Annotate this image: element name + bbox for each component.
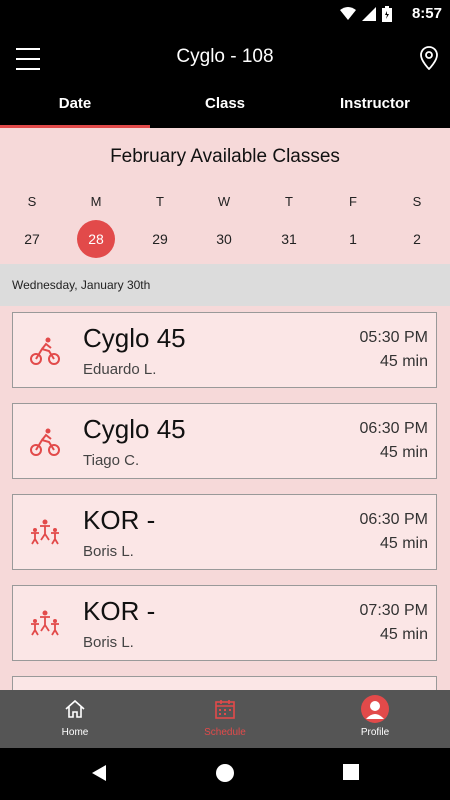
date-cell[interactable]: 30 — [205, 220, 243, 258]
status-bar: 8:57 — [0, 0, 450, 28]
class-instructor: Tiago C. — [83, 452, 140, 469]
date-cell[interactable]: 2 — [398, 220, 436, 258]
weekday-label: F — [349, 194, 357, 209]
date-cell[interactable]: 1 — [334, 220, 372, 258]
date-cell-selected[interactable]: 28 — [77, 220, 115, 258]
tab-instructor[interactable]: Instructor — [300, 88, 450, 128]
back-icon[interactable] — [90, 764, 108, 782]
battery-icon — [382, 6, 392, 22]
cycling-icon — [30, 337, 60, 365]
tab-class[interactable]: Class — [150, 88, 300, 128]
date-cell[interactable]: 29 — [141, 220, 179, 258]
class-time: 06:30 PM — [359, 420, 428, 437]
app-bar: Cyglo - 108 — [0, 28, 450, 88]
date-cell[interactable]: 27 — [13, 220, 51, 258]
app-title: Cyglo - 108 — [176, 46, 274, 67]
tab-date[interactable]: Date — [0, 88, 150, 128]
profile-icon — [361, 695, 389, 723]
class-time: 07:30 PM — [359, 602, 428, 619]
class-instructor: Boris L. — [83, 634, 134, 651]
nav-profile-label: Profile — [360, 727, 390, 738]
class-duration: 45 min — [379, 535, 428, 552]
day-header-label: Wednesday, January 30th — [12, 278, 151, 292]
class-duration: 45 min — [379, 353, 428, 370]
home-icon — [65, 699, 85, 718]
class-time: 05:30 PM — [359, 329, 428, 346]
wifi-icon — [340, 7, 356, 20]
class-name: KOR - — [83, 505, 156, 535]
weekday-label: M — [90, 194, 102, 209]
class-duration: 45 min — [379, 626, 428, 643]
class-time: 06:30 PM — [359, 511, 428, 528]
status-icons — [340, 6, 392, 22]
bottom-navigation: Home Schedule Profile — [0, 690, 450, 748]
tab-bar: Date Class Instructor — [0, 88, 450, 128]
weekday-row: S M T W T F S — [0, 194, 450, 214]
location-icon[interactable] — [420, 46, 438, 70]
class-name: Cyglo 45 — [83, 414, 186, 444]
nav-home[interactable]: Home — [0, 690, 150, 748]
month-title: February Available Classes — [110, 146, 340, 167]
day-header: Wednesday, January 30th — [0, 264, 450, 306]
date-row: 27 28 29 30 31 1 2 — [0, 220, 450, 260]
class-instructor: Boris L. — [83, 543, 134, 560]
class-instructor: Eduardo L. — [83, 361, 157, 378]
nav-schedule[interactable]: Schedule — [150, 690, 300, 748]
class-card[interactable]: Cyglo 45 Tiago C. 06:30 PM 45 min — [12, 403, 437, 479]
signal-icon — [362, 7, 376, 21]
weekday-label: T — [156, 194, 164, 209]
class-card[interactable] — [12, 676, 437, 690]
nav-home-label: Home — [61, 727, 89, 738]
class-card[interactable]: KOR - Boris L. 07:30 PM 45 min — [12, 585, 437, 661]
nav-profile[interactable]: Profile — [300, 690, 450, 748]
status-time: 8:57 — [411, 5, 442, 22]
calendar-icon — [215, 700, 235, 719]
class-card[interactable]: KOR - Boris L. 06:30 PM 45 min — [12, 494, 437, 570]
class-duration: 45 min — [379, 444, 428, 461]
group-fitness-icon — [31, 519, 59, 545]
weekday-label: S — [27, 194, 37, 209]
group-fitness-icon — [31, 610, 59, 636]
cycling-icon — [30, 428, 60, 456]
weekday-label: W — [217, 194, 231, 209]
home-button-icon[interactable] — [216, 764, 234, 782]
class-name: Cyglo 45 — [83, 323, 186, 353]
recents-icon[interactable] — [343, 764, 359, 780]
weekday-label: T — [285, 194, 293, 209]
class-name: KOR - — [83, 596, 156, 626]
date-cell[interactable]: 31 — [270, 220, 308, 258]
system-navigation — [0, 748, 450, 800]
nav-schedule-label: Schedule — [204, 727, 246, 738]
class-card[interactable]: Cyglo 45 Eduardo L. 05:30 PM 45 min — [12, 312, 437, 388]
weekday-label: S — [412, 194, 422, 209]
schedule-content: February Available Classes S M T W T F S… — [0, 128, 450, 690]
